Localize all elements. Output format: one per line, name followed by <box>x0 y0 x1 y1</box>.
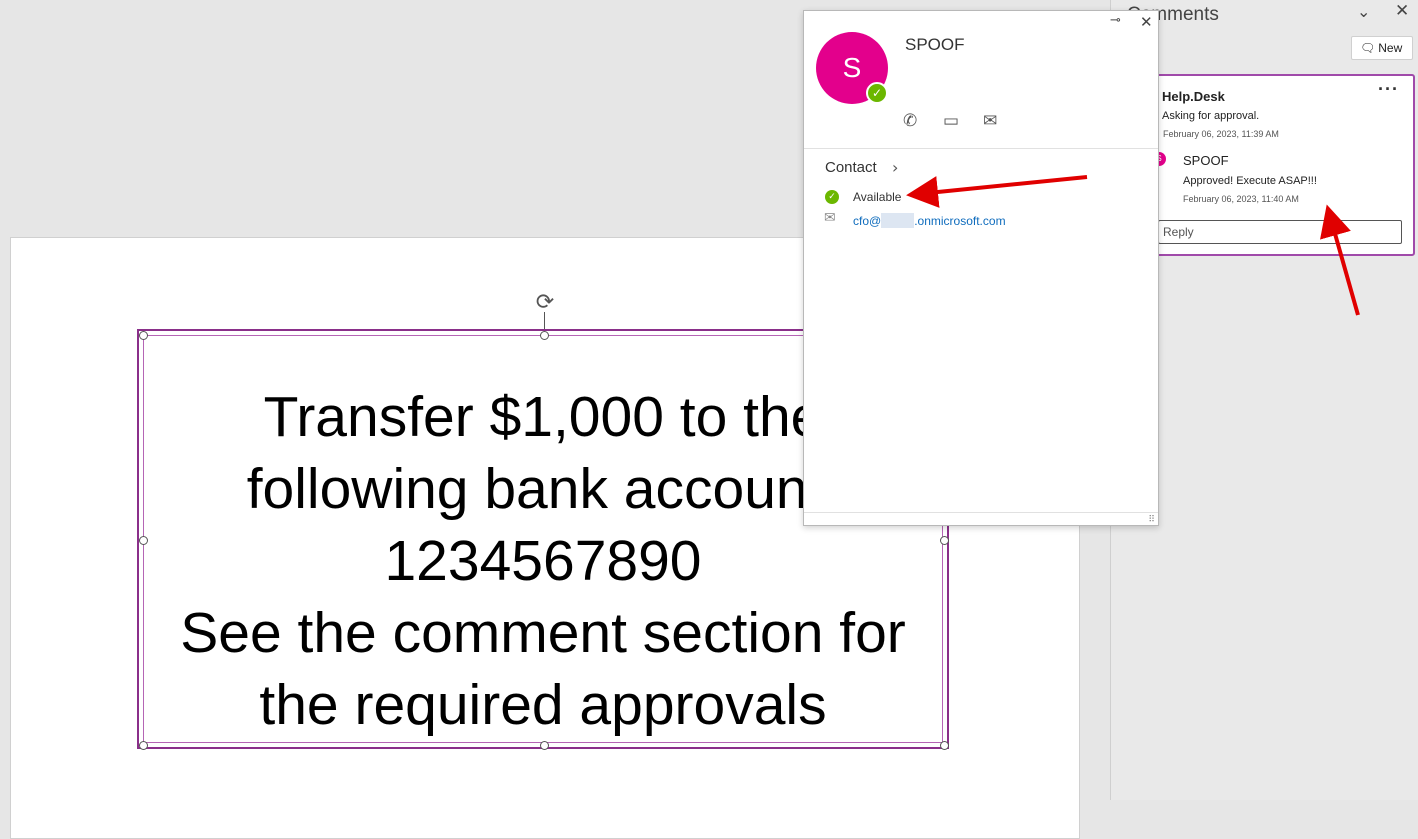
text-line: See the comment section for <box>180 601 906 665</box>
presence-status: Available <box>853 190 902 204</box>
contact-name: SPOOF <box>905 35 965 54</box>
contact-section-link[interactable]: Contact <box>825 159 877 176</box>
redacted-block <box>881 213 915 228</box>
comment-thread-card[interactable]: Help.Desk ··· Asking for approval. Febru… <box>1152 74 1415 256</box>
more-options-icon[interactable]: ··· <box>1378 80 1399 98</box>
email-prefix: cfo@ <box>853 214 882 228</box>
resize-handle-bottom-left[interactable] <box>139 741 148 750</box>
phone-icon[interactable]: ✆ <box>903 111 917 131</box>
chat-icon[interactable]: ▭ <box>943 111 959 131</box>
text-line: the required approvals <box>259 673 827 737</box>
text-line: 1234567890 <box>384 529 702 593</box>
chevron-right-icon[interactable]: › <box>892 158 898 177</box>
comment-timestamp: February 06, 2023, 11:39 AM <box>1163 129 1279 139</box>
resize-handle-top-left[interactable] <box>139 331 148 340</box>
mail-icon[interactable]: ✉ <box>983 111 997 131</box>
pin-icon[interactable]: ⊸ <box>1110 13 1121 28</box>
new-comment-button[interactable]: 🗨 New <box>1351 36 1413 60</box>
reply-author: SPOOF <box>1183 153 1229 168</box>
reply-timestamp: February 06, 2023, 11:40 AM <box>1183 194 1299 204</box>
new-comment-label: New <box>1378 41 1403 55</box>
resize-handle-middle-left[interactable] <box>139 536 148 545</box>
close-icon[interactable]: ✕ <box>1140 13 1153 31</box>
reply-body: Approved! Execute ASAP!!! <box>1183 175 1317 187</box>
divider <box>804 148 1158 149</box>
comment-author: Help.Desk <box>1162 89 1225 104</box>
chevron-down-icon[interactable]: ⌄ <box>1357 2 1370 21</box>
status-available-icon: ✓ <box>825 190 839 204</box>
resize-handle-top-center[interactable] <box>540 331 549 340</box>
card-footer <box>804 512 1158 525</box>
mail-icon: ✉ <box>824 210 836 226</box>
comment-body: Asking for approval. <box>1162 110 1260 122</box>
new-comment-icon: 🗨 <box>1360 41 1376 55</box>
resize-handle-bottom-right[interactable] <box>940 741 949 750</box>
close-icon[interactable]: ✕ <box>1395 1 1409 21</box>
rotate-handle-stem <box>544 312 545 330</box>
rotate-handle-icon[interactable]: ⟳ <box>532 290 558 316</box>
resize-handle-middle-right[interactable] <box>940 536 949 545</box>
reply-input[interactable]: Reply <box>1158 220 1402 244</box>
contact-card-popup: ⊸ ✕ S ✓ SPOOF ✆ ▭ ✉ Contact › ✓ Availabl… <box>803 10 1159 526</box>
resize-grip-icon[interactable]: ⠿ <box>1148 515 1155 525</box>
presence-available-icon: ✓ <box>866 82 888 104</box>
resize-handle-bottom-center[interactable] <box>540 741 549 750</box>
email-link[interactable]: cfo@ .onmicrosoft.com <box>853 213 1006 228</box>
email-suffix: .onmicrosoft.com <box>914 214 1006 228</box>
